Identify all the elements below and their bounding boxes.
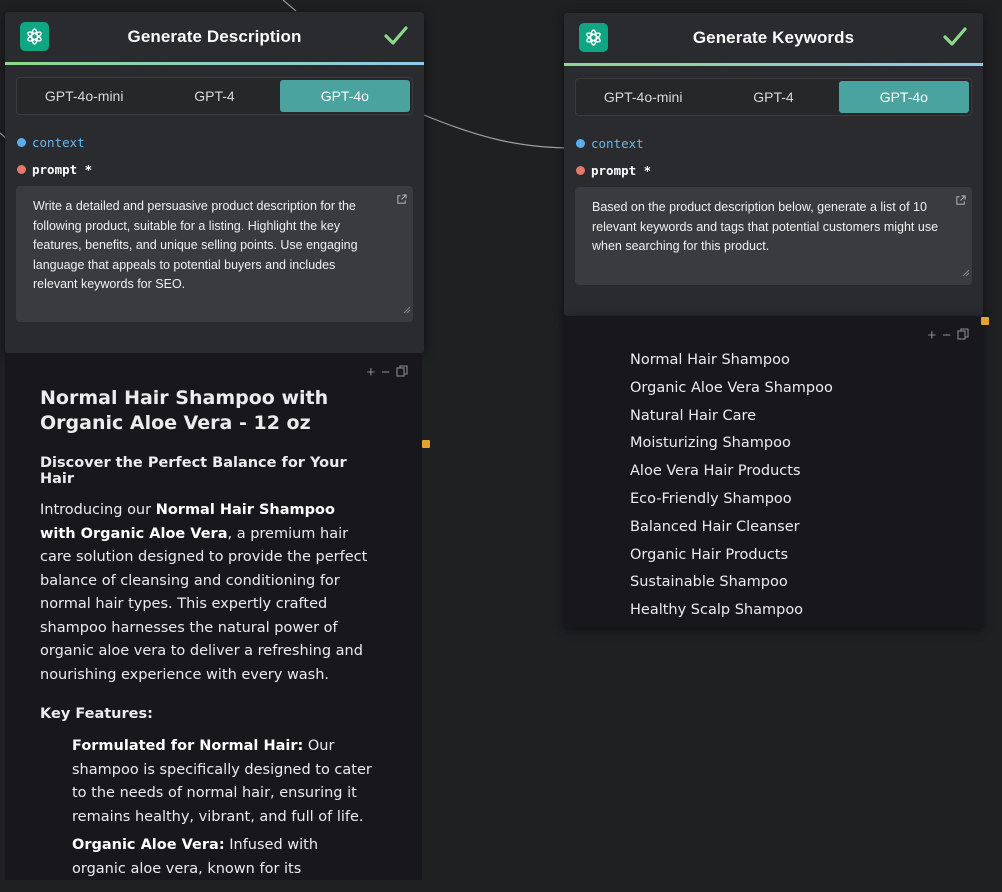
output-toolbar: + − <box>366 365 408 380</box>
tab-gpt-4o-mini[interactable]: GPT-4o-mini <box>578 81 708 113</box>
prompt-port-label: prompt * <box>32 162 93 177</box>
keyword-item: Sustainable Shampoo <box>630 574 788 591</box>
minus-icon[interactable]: − <box>942 328 951 343</box>
plus-icon[interactable]: + <box>927 328 936 343</box>
check-icon <box>943 25 967 52</box>
intro-suffix: , a premium hair care solution designed … <box>40 525 368 683</box>
output-toolbar: + − <box>927 328 969 343</box>
node-header[interactable]: Generate Keywords <box>564 13 983 66</box>
output-subheading: Discover the Perfect Balance for Your Ha… <box>40 455 347 487</box>
keywords-output[interactable]: + − Normal Hair Shampoo Organic Aloe Ver… <box>564 316 983 628</box>
external-link-icon[interactable] <box>955 193 966 213</box>
prompt-port-dot[interactable] <box>576 166 585 175</box>
tab-gpt-4o[interactable]: GPT-4o <box>838 81 969 113</box>
tab-gpt-4[interactable]: GPT-4 <box>708 81 838 113</box>
keyword-item: Organic Aloe Vera Shampoo <box>630 379 833 396</box>
keyword-item: Moisturizing Shampoo <box>630 435 791 452</box>
description-output[interactable]: + − Normal Hair Shampoo with Organic Alo… <box>5 353 422 880</box>
keyword-item: Aloe Vera Hair Products <box>630 463 801 480</box>
generate-keywords-node[interactable]: Generate Keywords GPT-4o-mini GPT-4 GPT-… <box>564 13 983 316</box>
tab-gpt-4o[interactable]: GPT-4o <box>279 80 410 112</box>
prompt-port[interactable]: prompt * <box>564 157 983 184</box>
feature-item: Formulated for Normal Hair: Our shampoo … <box>72 735 375 829</box>
external-link-icon[interactable] <box>396 192 407 212</box>
keyword-item: Balanced Hair Cleanser <box>630 518 800 535</box>
features-list: Formulated for Normal Hair: Our shampoo … <box>40 735 375 880</box>
generate-description-node[interactable]: Generate Description GPT-4o-mini GPT-4 G… <box>5 12 424 353</box>
keyword-item: Eco-Friendly Shampoo <box>630 490 792 507</box>
keyword-item: Healthy Scalp Shampoo <box>630 602 804 619</box>
feature-title: Organic Aloe Vera: <box>72 837 225 853</box>
model-tabs: GPT-4o-mini GPT-4 GPT-4o <box>16 77 413 115</box>
keyword-item: Organic Hair Products <box>630 546 789 563</box>
node-title: Generate Description <box>127 27 302 46</box>
keywords-list: Normal Hair Shampoo Organic Aloe Vera Sh… <box>630 347 833 625</box>
context-port-dot[interactable] <box>17 138 26 147</box>
description-output-port[interactable] <box>422 440 430 448</box>
context-port-label: context <box>591 136 644 151</box>
wire-to-description <box>282 0 297 12</box>
copy-icon[interactable] <box>396 365 408 380</box>
features-heading: Key Features: <box>40 706 153 722</box>
resize-handle-icon[interactable] <box>962 263 970 283</box>
model-tabs: GPT-4o-mini GPT-4 GPT-4o <box>575 78 972 116</box>
node-header[interactable]: Generate Description <box>5 12 424 65</box>
feature-title: Formulated for Normal Hair: <box>72 738 304 754</box>
prompt-textarea[interactable]: Based on the product description below, … <box>575 187 972 285</box>
openai-logo-icon <box>579 23 608 52</box>
keyword-item: Natural Hair Care <box>630 407 757 424</box>
prompt-port[interactable]: prompt * <box>5 156 424 183</box>
resize-handle-icon[interactable] <box>403 300 411 320</box>
output-intro: Introducing our Normal Hair Shampoo with… <box>40 499 375 687</box>
context-port[interactable]: context <box>564 130 983 157</box>
feature-item: Organic Aloe Vera: Infused with organic … <box>72 834 375 880</box>
check-icon <box>384 24 408 51</box>
prompt-port-label: prompt * <box>591 163 652 178</box>
context-port[interactable]: context <box>5 129 424 156</box>
keywords-output-port[interactable] <box>981 317 989 325</box>
plus-icon[interactable]: + <box>366 365 375 380</box>
keyword-item: Normal Hair Shampoo <box>630 352 790 368</box>
context-port-label: context <box>32 135 85 150</box>
intro-prefix: Introducing our <box>40 502 156 518</box>
output-heading: Normal Hair Shampoo with Organic Aloe Ve… <box>40 387 329 434</box>
openai-logo-icon <box>20 22 49 51</box>
node-title: Generate Keywords <box>692 28 855 47</box>
prompt-textarea[interactable]: Write a detailed and persuasive product … <box>16 186 413 322</box>
prompt-port-dot[interactable] <box>17 165 26 174</box>
tab-gpt-4[interactable]: GPT-4 <box>149 80 279 112</box>
copy-icon[interactable] <box>957 328 969 343</box>
context-port-dot[interactable] <box>576 139 585 148</box>
wire-to-keywords-context <box>423 114 575 149</box>
prompt-text: Based on the product description below, … <box>592 200 939 253</box>
tab-gpt-4o-mini[interactable]: GPT-4o-mini <box>19 80 149 112</box>
prompt-text: Write a detailed and persuasive product … <box>33 199 358 291</box>
minus-icon[interactable]: − <box>381 365 390 380</box>
